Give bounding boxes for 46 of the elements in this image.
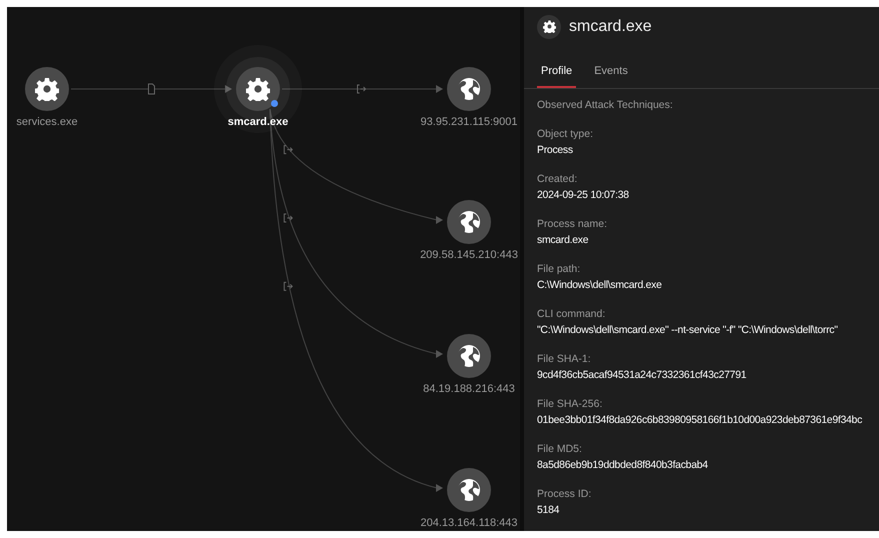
field-value: 2024-09-25 10:07:38 bbox=[537, 188, 630, 203]
field-label: Object type: bbox=[537, 127, 594, 142]
globe-icon bbox=[457, 344, 481, 368]
globe-icon bbox=[457, 77, 481, 101]
node-label: 209.58.145.210:443 bbox=[420, 248, 518, 263]
field-value: 5184 bbox=[537, 503, 560, 518]
file-icon bbox=[148, 84, 155, 94]
field-label: File path: bbox=[537, 262, 582, 277]
field-label: File SHA-256: bbox=[537, 397, 604, 412]
exit-icon bbox=[357, 84, 366, 94]
exit-icon bbox=[284, 145, 293, 154]
exit-icon bbox=[284, 214, 293, 222]
field-label: CLI command: bbox=[537, 307, 606, 322]
field-label: Process ID: bbox=[537, 487, 592, 502]
node-label: 84.19.188.216:443 bbox=[423, 382, 515, 397]
field-value: 01bee3bb01f34f8da926c6b83980958166f1b10d00a923deb87361e9f34bc bbox=[537, 413, 864, 428]
tab[interactable]: Profile bbox=[537, 54, 576, 88]
graph-node[interactable] bbox=[447, 334, 491, 378]
panel-title: smcard.exe bbox=[569, 16, 652, 37]
field-value: "C:\Windows\dell\smcard.exe" --nt-service "-f" "C:\Windows\dell\torrc" bbox=[537, 323, 839, 338]
field-value: Process bbox=[537, 143, 574, 158]
node-label: services.exe bbox=[16, 115, 78, 130]
graph-node[interactable] bbox=[447, 67, 491, 111]
globe-icon bbox=[457, 210, 481, 234]
field-value: 8a5d86eb9b19ddbded8f840b3facbab4 bbox=[537, 458, 709, 473]
graph-node[interactable] bbox=[447, 468, 491, 512]
node-label: 204.13.164.118:443 bbox=[420, 516, 518, 531]
field-label: Created: bbox=[537, 172, 578, 187]
gear-icon bbox=[35, 77, 59, 101]
node-label: 93.95.231.115:9001 bbox=[420, 115, 518, 130]
node-label: smcard.exe bbox=[228, 115, 288, 130]
globe-icon bbox=[457, 478, 481, 502]
field-label: Observed Attack Techniques: bbox=[537, 98, 674, 113]
field-value: C:\Windows\dell\smcard.exe bbox=[537, 278, 663, 293]
tab[interactable]: Events bbox=[590, 54, 632, 88]
graph-node[interactable] bbox=[25, 67, 69, 111]
graph-node[interactable] bbox=[236, 67, 280, 111]
gear-icon bbox=[537, 14, 561, 39]
exit-icon bbox=[284, 282, 293, 291]
field-label: Process name: bbox=[537, 217, 608, 232]
gear-icon bbox=[246, 77, 270, 101]
field-label: File SHA-1: bbox=[537, 352, 592, 367]
field-label: File MD5: bbox=[537, 442, 583, 457]
field-value: smcard.exe bbox=[537, 233, 590, 248]
field-value: 9cd4f36cb5acaf94531a24c7332361cf43c27791 bbox=[537, 368, 748, 383]
graph-node[interactable] bbox=[447, 200, 491, 244]
